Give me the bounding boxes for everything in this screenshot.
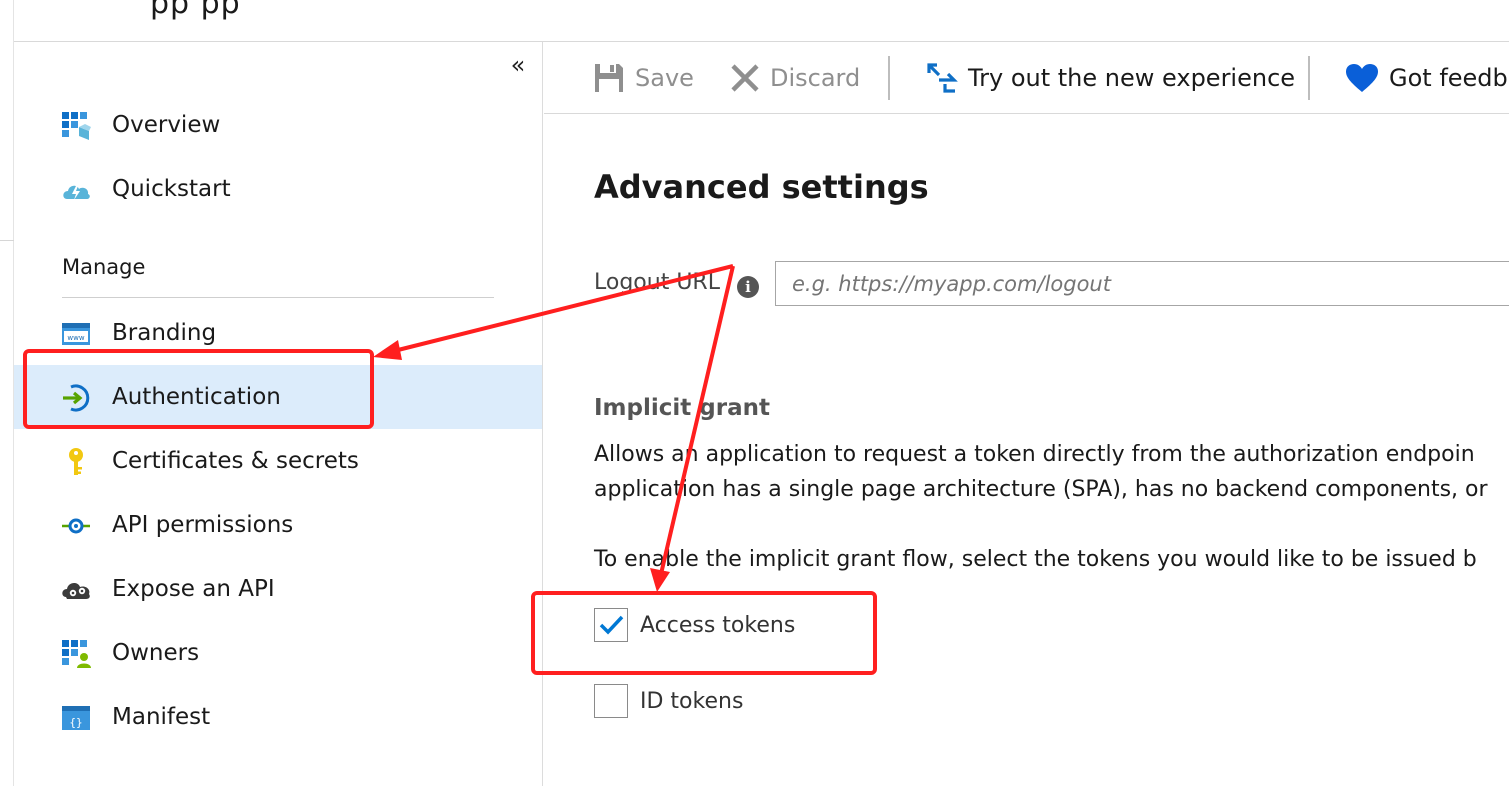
save-label: Save xyxy=(635,64,694,92)
left-edge xyxy=(0,0,14,786)
access-tokens-checkbox[interactable] xyxy=(594,608,628,642)
logout-url-input[interactable] xyxy=(775,261,1509,306)
sidebar-item-label: Branding xyxy=(112,320,217,346)
discard-button[interactable]: Discard xyxy=(730,42,860,114)
sidebar-item-authentication[interactable]: Authentication xyxy=(14,365,542,429)
info-icon[interactable]: i xyxy=(737,276,759,298)
new-experience-arrows-icon xyxy=(927,63,958,93)
implicit-grant-description-line2: application has a single page architectu… xyxy=(594,477,1488,502)
implicit-grant-instructions: To enable the implicit grant flow, selec… xyxy=(594,547,1477,572)
toolbar-separator xyxy=(1308,56,1310,100)
page-title: Advanced settings xyxy=(594,168,929,206)
toolbar-separator xyxy=(888,56,890,100)
svg-text:{}: {} xyxy=(69,716,82,729)
implicit-grant-description-line1: Allows an application to request a token… xyxy=(594,442,1475,467)
feedback-button[interactable]: Got feedba xyxy=(1345,42,1509,114)
quickstart-cloud-icon xyxy=(63,185,90,200)
owners-icon xyxy=(62,640,91,668)
header-title: pp pp xyxy=(150,0,241,21)
heart-icon xyxy=(1346,64,1378,92)
try-new-experience-label: Try out the new experience xyxy=(968,64,1296,92)
sidebar-item-manifest[interactable]: {} Manifest xyxy=(14,685,542,749)
section-divider xyxy=(62,297,494,298)
sidebar-item-api-permissions[interactable]: API permissions xyxy=(14,493,542,557)
top-header: pp pp xyxy=(0,0,1509,42)
sidebar-item-label: Authentication xyxy=(112,384,281,410)
sidebar-item-owners[interactable]: Owners xyxy=(14,621,542,685)
www-branding-icon: www xyxy=(62,323,90,345)
id-tokens-label: ID tokens xyxy=(640,688,744,714)
checkmark-icon xyxy=(599,615,624,635)
authentication-arrow-icon xyxy=(63,384,90,412)
sidebar-item-label: Overview xyxy=(112,112,221,138)
sidebar-item-label: Certificates & secrets xyxy=(112,448,359,474)
sidebar-item-certificates[interactable]: Certificates & secrets xyxy=(14,429,542,493)
sidebar-item-label: Expose an API xyxy=(112,576,275,602)
discard-label: Discard xyxy=(770,64,861,92)
feedback-label: Got feedba xyxy=(1389,64,1509,92)
id-tokens-option[interactable]: ID tokens xyxy=(594,684,743,718)
access-tokens-option[interactable]: Access tokens xyxy=(594,608,795,642)
sidebar-item-quickstart[interactable]: Quickstart xyxy=(14,157,542,221)
key-icon xyxy=(69,448,83,475)
sidebar-item-label: Manifest xyxy=(112,704,211,730)
command-toolbar: Save Discard Try out the new experience … xyxy=(544,42,1509,114)
try-new-experience-button[interactable]: Try out the new experience xyxy=(926,42,1295,114)
sidebar-item-label: Owners xyxy=(112,640,200,666)
overview-grid-icon xyxy=(62,112,91,140)
save-disk-icon xyxy=(595,64,623,92)
sidebar-item-expose-api[interactable]: Expose an API xyxy=(14,557,542,621)
save-button[interactable]: Save xyxy=(593,42,694,114)
sidebar-item-label: Quickstart xyxy=(112,176,231,202)
access-tokens-label: Access tokens xyxy=(640,612,796,638)
sidebar-item-overview[interactable]: Overview xyxy=(14,93,542,157)
logout-url-label: Logout URL xyxy=(594,270,720,295)
svg-text:www: www xyxy=(67,334,84,342)
sidebar-item-branding[interactable]: www Branding xyxy=(14,301,542,365)
sidebar-item-label: API permissions xyxy=(112,512,294,538)
manifest-braces-icon: {} xyxy=(62,706,90,730)
api-permissions-icon xyxy=(62,518,90,534)
section-heading-manage: Manage xyxy=(62,255,146,279)
discard-x-icon xyxy=(731,64,759,92)
expose-api-gears-icon xyxy=(62,583,90,599)
sidebar: « Overview Quickstart Manage www Brandin… xyxy=(14,42,543,786)
collapse-sidebar-button[interactable]: « xyxy=(506,52,530,78)
implicit-grant-heading: Implicit grant xyxy=(594,395,770,421)
id-tokens-checkbox[interactable] xyxy=(594,684,628,718)
